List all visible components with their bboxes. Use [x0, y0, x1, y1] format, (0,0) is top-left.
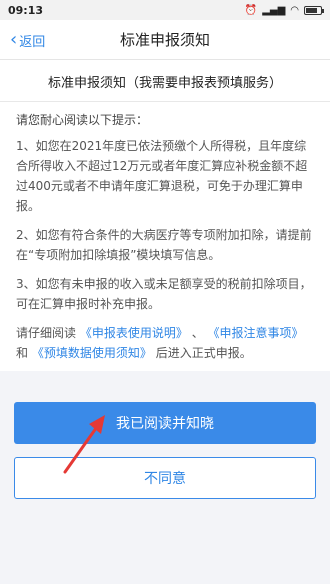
alarm-icon: ⏰ [244, 4, 258, 16]
notice-title: 标准申报须知（我需要申报表预填服务） [47, 76, 282, 91]
notice-item-3: 3、如您有未申报的收入或未足额享受的税前扣除项目，可在汇算申报时补充申报。 [16, 277, 312, 311]
closing-suffix: 后进入正式申报。 [155, 346, 252, 360]
nav-bar: ‹ 返回 标准申报须知 [0, 20, 330, 60]
closing-prefix: 请仔细阅读 [16, 326, 77, 340]
closing-sep-2: 和 [16, 346, 29, 360]
notice-content: 标准申报须知（我需要申报表预填服务） 请您耐心阅读以下提示： 1、如您在2021… [0, 60, 330, 371]
notice-item-1: 1、如您在2021年度已依法预缴个人所得税，且年度综合所得收入不超过12万元或者… [16, 139, 308, 213]
link-filing-notes[interactable]: 《申报注意事项》 [208, 326, 304, 340]
notice-intro: 请您耐心阅读以下提示： [16, 113, 149, 127]
notice-item-2: 2、如您有符合条件的大病医疗等专项附加扣除，请提前在“专项附加扣除填报”模块填写… [16, 228, 312, 262]
notice-closing: 请仔细阅读 《申报表使用说明》 、 《申报注意事项》 和 《预填数据使用须知》 … [16, 323, 314, 363]
back-label: 返回 [19, 34, 46, 50]
action-area: 我已阅读并知晓 不同意 [0, 371, 330, 584]
status-icons: ⏰ ▂▄▆ ◠ [244, 4, 324, 16]
link-prefill-data-notice[interactable]: 《预填数据使用须知》 [32, 346, 152, 360]
signal-icon: ▂▄▆ [262, 4, 286, 16]
chevron-left-icon: ‹ [10, 29, 18, 50]
status-time: 09:13 [8, 3, 44, 17]
page-title: 标准申报须知 [119, 31, 210, 49]
back-button[interactable]: ‹ 返回 [10, 20, 45, 60]
closing-sep-1: 、 [191, 326, 204, 340]
divider [0, 101, 330, 102]
wifi-icon: ◠ [290, 4, 299, 16]
link-form-instructions[interactable]: 《申报表使用说明》 [80, 326, 188, 340]
annotation-arrow-icon [63, 415, 105, 474]
status-bar: 09:13 ⏰ ▂▄▆ ◠ [0, 0, 330, 20]
battery-icon [304, 5, 324, 15]
